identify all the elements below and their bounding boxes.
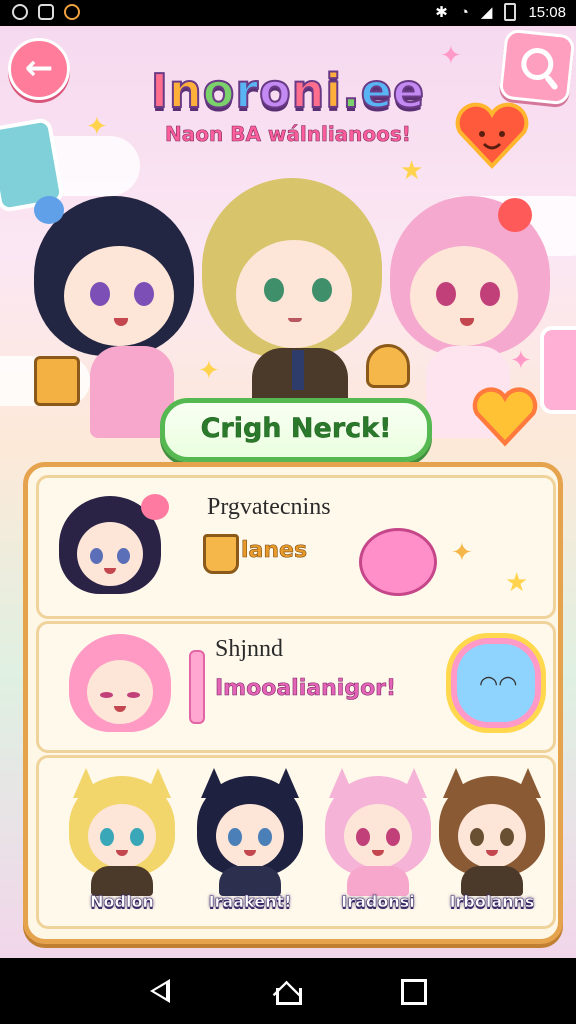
character-name: Nodlon <box>90 892 154 911</box>
character-selection: Nodlon Iraakent! Iradonsi Irbolanns <box>36 755 556 929</box>
character-card[interactable]: Irbolanns <box>433 768 551 924</box>
character-card[interactable]: Iraakent! <box>191 768 309 924</box>
row-subtitle: lanes <box>241 538 308 564</box>
row-subtitle: Imooalianigor! <box>215 676 397 702</box>
star-icon: ★ <box>400 156 424 186</box>
nav-back-button[interactable] <box>146 976 176 1006</box>
slime-icon: ◠◠ <box>457 644 535 722</box>
game-screen: ✦ ★ ✦ ✦ ✦ ← Inoroni.ee Naon BA wálnliano… <box>0 26 576 958</box>
start-button[interactable]: Crigh Nerck! <box>160 398 432 462</box>
bluetooth-icon: ✱ <box>435 4 448 21</box>
heart-icon <box>470 382 538 447</box>
status-bar: ✱ ◔ ◢ 15:08 <box>0 0 576 26</box>
avatar <box>65 630 175 740</box>
character-name: Iradonsi <box>341 892 415 911</box>
nav-recents-button[interactable] <box>398 976 428 1006</box>
row-title: Prgvatecnins <box>207 494 331 520</box>
nav-home-button[interactable] <box>272 976 302 1006</box>
signal-icon: ◢ <box>480 4 493 21</box>
star-icon: ★ <box>505 568 529 598</box>
list-item[interactable]: Shjnnd Imooalianigor! ◠◠ <box>36 621 556 753</box>
navigation-bar <box>0 958 576 1024</box>
avatar-icon <box>12 4 28 20</box>
heart-mascot-icon <box>452 96 529 169</box>
game-icon <box>64 4 80 20</box>
apple-hairclip-icon <box>498 198 532 232</box>
flower-icon <box>141 494 169 520</box>
avatar <box>55 492 169 602</box>
character-name: Irbolanns <box>449 892 535 911</box>
clock: 15:08 <box>528 3 566 21</box>
cup-icon <box>203 534 239 574</box>
image-icon <box>38 4 54 20</box>
character-card[interactable]: Nodlon <box>63 768 181 924</box>
list-item[interactable]: Prgvatecnins lanes ✦ ★ <box>36 475 556 619</box>
wifi-icon: ◔ <box>459 3 469 21</box>
cupcake-icon <box>366 344 410 388</box>
row-title: Shjnnd <box>215 636 284 662</box>
heart-hairclip-icon <box>34 196 64 224</box>
lantern-icon <box>34 356 80 406</box>
divider-icon <box>189 650 205 724</box>
creature-icon <box>359 528 437 596</box>
character-name: Iraakent! <box>208 892 292 911</box>
battery-icon <box>504 3 517 21</box>
character-card[interactable]: Iradonsi <box>319 768 437 924</box>
content-panel: Prgvatecnins lanes ✦ ★ Shjnnd Imooaliani… <box>23 462 563 944</box>
star-icon: ✦ <box>451 538 473 568</box>
necktie-icon <box>292 350 304 390</box>
